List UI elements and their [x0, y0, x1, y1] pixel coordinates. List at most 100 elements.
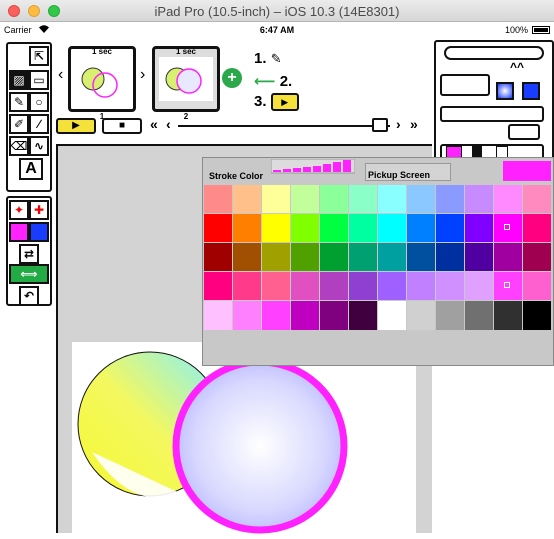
- color-swatch[interactable]: [204, 272, 233, 301]
- color-swatch[interactable]: [320, 301, 349, 331]
- ellipse-tool-icon[interactable]: ○: [29, 92, 49, 112]
- color-swatch[interactable]: [436, 185, 465, 214]
- select-red-icon[interactable]: ✦: [9, 200, 29, 220]
- timeline-thumb[interactable]: [372, 118, 388, 132]
- color-swatch[interactable]: [494, 243, 523, 272]
- color-swatch[interactable]: [494, 214, 523, 243]
- color-swatch[interactable]: [320, 243, 349, 272]
- color-swatch[interactable]: [291, 243, 320, 272]
- frame-thumbnail-1[interactable]: 1 sec 1: [68, 46, 136, 121]
- color-swatch[interactable]: [233, 214, 262, 243]
- color-swatch[interactable]: [436, 243, 465, 272]
- color-swatch[interactable]: [291, 272, 320, 301]
- drawing-canvas[interactable]: [72, 342, 416, 534]
- color-swatch[interactable]: [523, 185, 552, 214]
- color-swatch[interactable]: [465, 185, 494, 214]
- text-tool-icon[interactable]: A: [19, 158, 43, 180]
- color-swatch[interactable]: [349, 301, 378, 331]
- color-swatch[interactable]: [262, 301, 291, 331]
- undo-icon[interactable]: ↶: [19, 286, 39, 306]
- blue-swatch-icon[interactable]: [29, 222, 49, 242]
- status-clock: 6:47 AM: [259, 25, 295, 35]
- frame-thumbnail-2[interactable]: 1 sec 2: [152, 46, 220, 121]
- color-swatch[interactable]: [465, 243, 494, 272]
- color-swatch[interactable]: [465, 272, 494, 301]
- color-swatch[interactable]: [407, 243, 436, 272]
- fill-tool-icon[interactable]: ▨: [9, 70, 29, 90]
- color-swatch[interactable]: [233, 272, 262, 301]
- color-swatch[interactable]: [436, 272, 465, 301]
- color-swatch[interactable]: [407, 301, 436, 331]
- color-swatch[interactable]: [407, 272, 436, 301]
- swap-colors-icon[interactable]: ⇄: [19, 244, 39, 264]
- color-swatch[interactable]: [465, 301, 494, 331]
- flip-horizontal-icon[interactable]: ⟺: [9, 264, 49, 284]
- color-swatch[interactable]: [204, 214, 233, 243]
- step-back-icon[interactable]: ‹: [166, 116, 171, 132]
- color-swatch[interactable]: [291, 214, 320, 243]
- color-swatch[interactable]: [436, 214, 465, 243]
- smudge-tool-icon[interactable]: ∿: [29, 136, 49, 156]
- color-swatch[interactable]: [262, 243, 291, 272]
- select-arrow-icon[interactable]: ⇱: [29, 46, 49, 66]
- brush-tool-icon[interactable]: ✐: [9, 114, 29, 134]
- step-2-label: 2.: [279, 73, 293, 90]
- color-swatch[interactable]: [523, 243, 552, 272]
- rect-tool-icon[interactable]: ▭: [29, 70, 49, 90]
- color-swatch[interactable]: [523, 214, 552, 243]
- color-swatch[interactable]: [233, 185, 262, 214]
- add-red-icon[interactable]: ✚: [29, 200, 49, 220]
- device-small-key[interactable]: [508, 124, 540, 140]
- color-swatch[interactable]: [291, 301, 320, 331]
- color-picker-popover: Stroke Color Pickup Screen: [202, 157, 554, 366]
- color-swatch[interactable]: [349, 214, 378, 243]
- color-swatch[interactable]: [494, 185, 523, 214]
- color-swatch[interactable]: [523, 301, 552, 331]
- color-swatch[interactable]: [233, 301, 262, 331]
- device-blue-button[interactable]: [522, 82, 540, 100]
- prev-frame-chevron-icon[interactable]: ‹: [58, 66, 63, 84]
- color-swatch[interactable]: [291, 185, 320, 214]
- next-frame-chevron-icon[interactable]: ›: [140, 66, 145, 84]
- color-swatch[interactable]: [262, 272, 291, 301]
- color-swatch[interactable]: [262, 185, 291, 214]
- color-swatch[interactable]: [233, 243, 262, 272]
- color-swatch[interactable]: [320, 272, 349, 301]
- color-swatch[interactable]: [320, 185, 349, 214]
- color-swatch[interactable]: [349, 243, 378, 272]
- fast-forward-icon[interactable]: »: [410, 116, 418, 132]
- add-frame-button[interactable]: +: [222, 68, 242, 88]
- magenta-swatch-icon[interactable]: [9, 222, 29, 242]
- pickup-screen-button[interactable]: Pickup Screen: [365, 163, 451, 181]
- battery-icon: [532, 26, 550, 34]
- color-swatch[interactable]: [378, 185, 407, 214]
- color-swatch[interactable]: [436, 301, 465, 331]
- color-swatch[interactable]: [349, 272, 378, 301]
- color-swatch[interactable]: [378, 243, 407, 272]
- color-swatch[interactable]: [378, 272, 407, 301]
- timeline-track[interactable]: [178, 125, 390, 127]
- color-swatch[interactable]: [523, 272, 552, 301]
- color-swatch[interactable]: [262, 214, 291, 243]
- color-swatch[interactable]: [494, 301, 523, 331]
- eraser-tool-icon[interactable]: ⌫: [9, 136, 29, 156]
- color-swatch[interactable]: [320, 214, 349, 243]
- color-swatch[interactable]: [494, 272, 523, 301]
- color-swatch[interactable]: [407, 185, 436, 214]
- color-swatch[interactable]: [378, 301, 407, 331]
- step-forward-icon[interactable]: ›: [396, 116, 401, 132]
- color-swatch[interactable]: [378, 214, 407, 243]
- color-swatch[interactable]: [204, 301, 233, 331]
- device-gradient-button[interactable]: [496, 82, 514, 100]
- color-swatch[interactable]: [407, 214, 436, 243]
- stop-button[interactable]: ■: [102, 118, 142, 134]
- color-swatch[interactable]: [349, 185, 378, 214]
- pencil-tool-icon[interactable]: ✎: [9, 92, 29, 112]
- color-swatch[interactable]: [465, 214, 494, 243]
- color-swatch[interactable]: [204, 185, 233, 214]
- stroke-width-selector[interactable]: [270, 158, 356, 177]
- rewind-icon[interactable]: «: [150, 116, 158, 132]
- play-button[interactable]: ▶: [56, 118, 96, 134]
- color-swatch[interactable]: [204, 243, 233, 272]
- line-tool-icon[interactable]: ∕: [29, 114, 49, 134]
